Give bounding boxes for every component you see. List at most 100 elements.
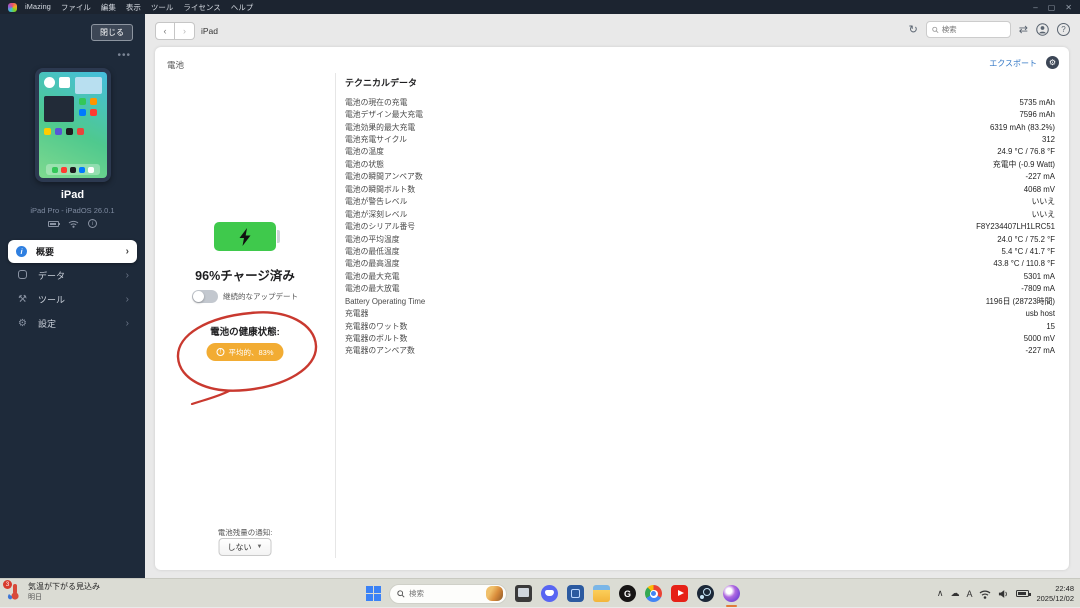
menu-item-3[interactable]: 表示	[126, 2, 141, 13]
close-window-button[interactable]: ✕	[1065, 3, 1072, 12]
table-row: 電池が警告レベルいいえ	[345, 196, 1055, 208]
row-value: いいえ	[1032, 209, 1055, 220]
volume-icon[interactable]	[998, 589, 1009, 599]
forward-button[interactable]: ›	[175, 22, 195, 40]
row-value: 1196日 (28723時間)	[986, 296, 1055, 307]
file-explorer-icon[interactable]	[593, 585, 610, 602]
row-label: 電池の状態	[345, 159, 384, 170]
panel-gear-icon[interactable]: ⚙	[1046, 56, 1059, 69]
sidebar-item-settings[interactable]: ⚙設定›	[8, 312, 137, 335]
search-input[interactable]	[942, 25, 1005, 34]
imazing-logo-icon	[8, 3, 17, 12]
export-link[interactable]: エクスポート	[989, 58, 1037, 69]
device-dock	[46, 164, 100, 175]
weather-subline: 明日	[28, 592, 100, 602]
table-row: Battery Operating Time 1196日 (28723時間)	[345, 295, 1055, 307]
wifi-icon[interactable]	[979, 589, 991, 599]
refresh-icon[interactable]: ↻	[909, 23, 918, 36]
search-icon	[397, 590, 405, 598]
device-preview	[35, 68, 111, 182]
discord-icon[interactable]	[541, 585, 558, 602]
table-row: 充電器のワット数15	[345, 320, 1055, 332]
menu-item-2[interactable]: 編集	[101, 2, 116, 13]
github-icon[interactable]: G	[619, 585, 636, 602]
row-label: 電池充電サイクル	[345, 134, 407, 145]
taskbar-search[interactable]	[389, 584, 507, 604]
device-status-icons: i	[0, 219, 145, 228]
battery-status-icon	[48, 221, 59, 227]
table-row: 電池の現在の充電5735 mAh	[345, 96, 1055, 108]
table-row: 電池の温度24.9 °C / 76.8 °F	[345, 146, 1055, 158]
window-controls: – ▢ ✕	[1033, 3, 1072, 12]
close-device-button[interactable]: 閉じる	[91, 24, 133, 41]
imazing-icon[interactable]	[723, 585, 740, 602]
row-label: 電池が警告レベル	[345, 196, 407, 207]
table-row: 電池の平均温度24.0 °C / 75.2 °F	[345, 233, 1055, 245]
sidebar-item-label: データ	[38, 269, 65, 282]
steam-icon[interactable]	[697, 585, 714, 602]
menu-item-1[interactable]: ファイル	[61, 2, 91, 13]
battery-charging-icon	[214, 222, 276, 251]
menu-item-6[interactable]: ヘルプ	[231, 2, 254, 13]
sidebar-item-data[interactable]: データ ›	[8, 264, 137, 287]
battery-notify-dropdown[interactable]: しない ▼	[219, 538, 272, 556]
table-row: 電池の瞬間アンペア数-227 mA	[345, 171, 1055, 183]
technical-data-table: 電池の現在の充電5735 mAh電池デザイン最大充電7596 mAh電池効果的最…	[345, 96, 1055, 357]
row-label: 電池の最大充電	[345, 271, 400, 282]
technical-data-title: テクニカルデータ	[345, 76, 1055, 89]
row-value: 5000 mV	[1024, 334, 1055, 343]
taskbar-search-input[interactable]	[409, 589, 482, 598]
charge-level-text: 96%チャージ済み	[155, 265, 335, 284]
transfer-icon[interactable]: ⇄	[1019, 23, 1028, 36]
start-button[interactable]	[366, 586, 381, 601]
youtube-icon[interactable]	[671, 585, 688, 602]
onedrive-cloud-icon[interactable]: ☁	[950, 588, 959, 599]
toggle-label: 継続的なアップデート	[223, 291, 298, 302]
row-label: 充電器のアンペア数	[345, 345, 415, 356]
sidebar-item-label: ツール	[38, 293, 65, 306]
help-icon[interactable]: ?	[1057, 23, 1070, 36]
desktop-app-icon[interactable]	[515, 585, 532, 602]
system-tray: ∧ ☁ A 22:48 2025/12/02	[937, 579, 1074, 608]
weather-widget[interactable]: 3 気温が下がる見込み 明日	[6, 581, 100, 602]
row-value: 43.8 °C / 110.8 °F	[993, 259, 1055, 268]
ime-indicator[interactable]: A	[966, 589, 972, 599]
back-button[interactable]: ‹	[155, 22, 175, 40]
table-row: 電池デザイン最大充電7596 mAh	[345, 108, 1055, 120]
row-value: usb host	[1026, 309, 1055, 318]
row-label: Battery Operating Time	[345, 297, 425, 306]
row-label: 電池の最大放電	[345, 283, 400, 294]
more-options-icon[interactable]: •••	[117, 50, 131, 61]
account-icon[interactable]	[1036, 23, 1049, 36]
battery-health-label: 電池の健康状態:	[155, 324, 335, 338]
maximize-button[interactable]: ▢	[1048, 3, 1056, 12]
device-name: iPad	[0, 189, 145, 201]
sidebar-item-tools[interactable]: ⚒ツール›	[8, 288, 137, 311]
warning-icon: !	[216, 348, 224, 356]
chevron-right-icon: ›	[126, 270, 129, 281]
table-row: 充電器usb host	[345, 307, 1055, 319]
menu-item-0[interactable]: iMazing	[25, 2, 51, 13]
date: 2025/12/02	[1036, 594, 1074, 604]
minimize-button[interactable]: –	[1033, 3, 1037, 12]
continuous-update-toggle[interactable]	[192, 290, 218, 303]
menu-item-5[interactable]: ライセンス	[183, 2, 220, 13]
menu-item-4[interactable]: ツール	[151, 2, 174, 13]
row-value: -7809 mA	[1021, 284, 1055, 293]
mail-app-icon[interactable]	[567, 585, 584, 602]
row-value: 7596 mAh	[1019, 110, 1055, 119]
info-status-icon[interactable]: i	[88, 219, 97, 228]
sidebar-item-overview[interactable]: i概要›	[8, 240, 137, 263]
row-value: 4068 mV	[1024, 185, 1055, 194]
search-icon	[932, 26, 939, 34]
tray-chevron-up-icon[interactable]: ∧	[937, 588, 944, 599]
chevron-right-icon: ›	[126, 318, 129, 329]
taskbar: 3 気温が下がる見込み 明日 G ∧ ☁ A	[0, 578, 1080, 607]
row-label: 電池の平均温度	[345, 234, 400, 245]
row-value: 充電中 (-0.9 Watt)	[993, 159, 1055, 170]
chrome-icon[interactable]	[645, 585, 662, 602]
sidebar-nav: i概要› データ › ⚒ツール›⚙設定›	[0, 239, 145, 336]
clock[interactable]: 22:48 2025/12/02	[1036, 584, 1074, 604]
battery-tray-icon[interactable]	[1016, 590, 1029, 597]
battery-summary-column: 96%チャージ済み 継続的なアップデート 電池の健康状態: ! 平均的、83% …	[155, 47, 335, 570]
